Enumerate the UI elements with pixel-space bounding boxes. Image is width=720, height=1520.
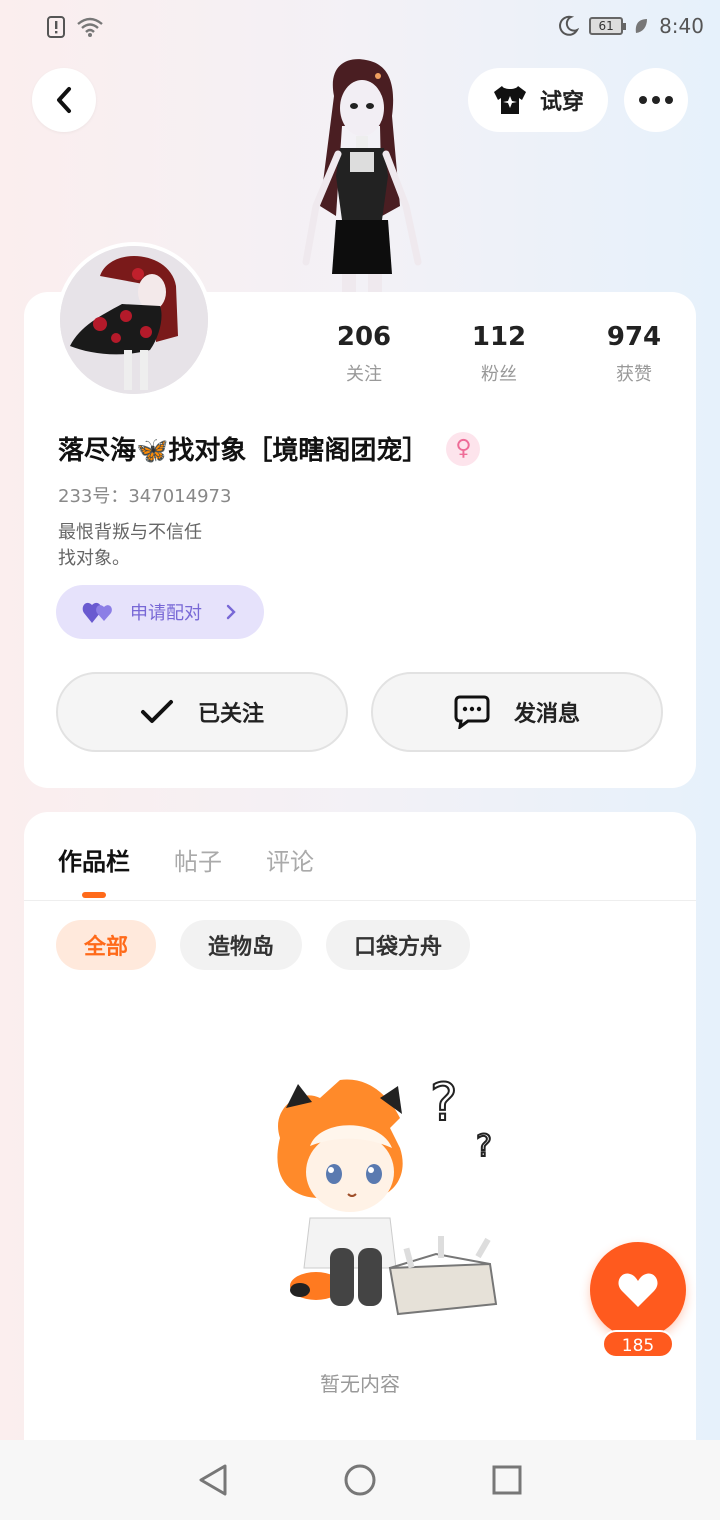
- nickname-row: 落尽海🦋找对象［境瞎阁团宠］ ♀: [58, 430, 481, 467]
- check-icon: [140, 700, 173, 723]
- tab-comments[interactable]: 评论: [266, 842, 314, 877]
- stat-value: 112: [471, 322, 527, 352]
- chevron-right-icon: [226, 604, 236, 620]
- wifi-icon: [77, 17, 103, 37]
- empty-state-text: 暂无内容: [320, 1372, 400, 1396]
- stat-followers[interactable]: 112 粉丝: [449, 322, 549, 386]
- notification-alert-icon: [47, 16, 65, 38]
- battery-icon: 61: [589, 17, 627, 35]
- character-avatar-figure[interactable]: [296, 56, 426, 294]
- status-bar: 61 8:40: [0, 0, 720, 56]
- back-button[interactable]: [32, 68, 96, 132]
- square-recents-icon: [492, 1465, 522, 1495]
- send-message-button[interactable]: 发消息: [371, 672, 663, 752]
- status-left: [46, 16, 104, 38]
- send-message-label: 发消息: [513, 702, 580, 727]
- try-on-button[interactable]: 试穿: [468, 68, 608, 132]
- stat-likes[interactable]: 974 获赞: [584, 322, 684, 386]
- avatar-image: [60, 246, 208, 394]
- moon-icon: [559, 15, 580, 36]
- nav-recents-button[interactable]: [483, 1456, 531, 1504]
- chat-bubble-icon: [454, 695, 490, 729]
- filter-creation-island[interactable]: 造物岛: [180, 920, 303, 970]
- female-gender-icon: ♀: [446, 431, 481, 466]
- stat-value: 206: [336, 322, 392, 352]
- tshirt-icon: [493, 86, 526, 114]
- user-id: 233号：347014973: [58, 486, 232, 507]
- active-tab-indicator: [82, 892, 106, 898]
- nav-back-button[interactable]: [189, 1456, 237, 1504]
- more-dot-icon: [665, 96, 673, 104]
- bio-line: 找对象。: [58, 548, 130, 569]
- svg-text:?: ?: [476, 1129, 492, 1164]
- heart-icon: [618, 1273, 658, 1307]
- followed-label: 已关注: [197, 702, 264, 727]
- followed-button[interactable]: 已关注: [56, 672, 348, 752]
- stat-label: 获赞: [616, 364, 652, 385]
- stat-following[interactable]: 206 关注: [314, 322, 414, 386]
- circle-home-icon: [344, 1464, 376, 1496]
- stat-label: 粉丝: [481, 364, 517, 385]
- tab-posts[interactable]: 帖子: [174, 842, 222, 877]
- triangle-back-icon: [199, 1464, 227, 1496]
- status-right: 61 8:40: [557, 14, 704, 38]
- like-button[interactable]: [590, 1242, 686, 1338]
- status-time: 8:40: [659, 14, 704, 38]
- more-dot-icon: [639, 96, 647, 104]
- apply-pair-button[interactable]: 申请配对: [56, 585, 264, 639]
- chevron-left-icon: [57, 87, 71, 113]
- works-card: 作品栏 帖子 评论 全部 造物岛 口袋方舟 ? ? 暂无内容: [24, 812, 696, 1452]
- stat-value: 974: [606, 322, 662, 352]
- bio: 最恨背叛与不信任 找对象。: [58, 520, 202, 572]
- avatar[interactable]: [56, 242, 212, 398]
- leaf-icon: [635, 19, 648, 33]
- works-tabs: 作品栏 帖子 评论: [58, 842, 314, 877]
- empty-state-illustration: ? ?: [277, 1072, 498, 1316]
- bio-line: 最恨背叛与不信任: [58, 522, 202, 543]
- nickname: 落尽海🦋找对象［境瞎阁团宠］: [58, 436, 429, 466]
- apply-pair-label: 申请配对: [130, 603, 202, 624]
- double-heart-icon: [82, 602, 112, 623]
- filter-chips: 全部 造物岛 口袋方舟: [56, 920, 471, 970]
- filter-pocket-ark[interactable]: 口袋方舟: [326, 920, 471, 970]
- more-dot-icon: [652, 96, 660, 104]
- filter-all[interactable]: 全部: [56, 920, 157, 970]
- like-count-badge: 185: [602, 1330, 674, 1358]
- svg-text:?: ?: [430, 1073, 458, 1133]
- tab-works[interactable]: 作品栏: [58, 842, 130, 877]
- tabs-divider: [24, 900, 696, 901]
- stat-label: 关注: [346, 364, 382, 385]
- system-nav-bar: [0, 1440, 720, 1520]
- nav-home-button[interactable]: [336, 1456, 384, 1504]
- more-options-button[interactable]: [624, 68, 688, 132]
- try-on-label: 试穿: [539, 90, 584, 115]
- stats-row: 206 关注 112 粉丝 974 获赞: [314, 322, 684, 386]
